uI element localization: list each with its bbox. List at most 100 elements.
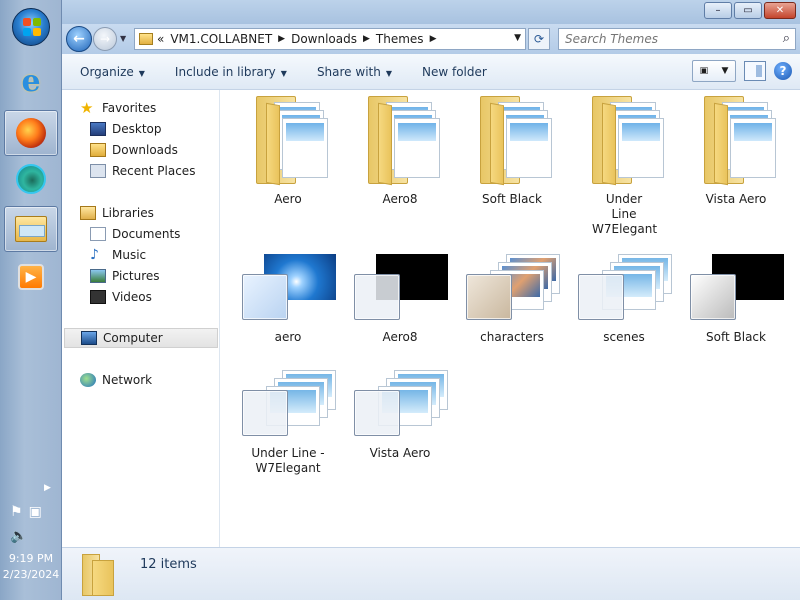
- nav-downloads[interactable]: Downloads: [62, 140, 220, 160]
- include-in-library-button[interactable]: Include in library ▼: [175, 65, 287, 79]
- forward-button[interactable]: →: [93, 27, 117, 51]
- folder-icon: [588, 94, 664, 186]
- taskbar-edge[interactable]: [4, 156, 58, 202]
- folder-icon: [82, 554, 114, 596]
- breadcrumb-themes[interactable]: Themes: [376, 32, 424, 46]
- theme-item-under-line-w7elegant[interactable]: Under Line - W7Elegant: [238, 370, 338, 476]
- theme-item-characters[interactable]: characters: [462, 254, 562, 345]
- nav-favorites[interactable]: ★ Favorites: [62, 98, 220, 118]
- chevron-down-icon: ▼: [280, 68, 287, 78]
- windows-logo-icon: [12, 8, 50, 46]
- nav-videos[interactable]: Videos: [62, 287, 220, 307]
- breadcrumb-vm1-collabnet[interactable]: VM1.COLLABNET: [170, 32, 272, 46]
- nav-music[interactable]: ♪ Music: [62, 245, 220, 265]
- taskbar-internet-explorer[interactable]: e: [4, 58, 58, 104]
- search-box[interactable]: ⌕: [558, 28, 796, 50]
- action-center-flag-icon[interactable]: ⚑: [10, 504, 29, 520]
- minimize-button[interactable]: –: [704, 2, 732, 19]
- network-tray-icon[interactable]: ▣: [29, 504, 48, 520]
- taskbar-media-player[interactable]: ▶: [4, 254, 58, 300]
- caption-buttons: – ▭ ✕: [704, 2, 796, 19]
- breadcrumb-separator-icon[interactable]: ▶: [430, 34, 437, 44]
- breadcrumb-overflow[interactable]: «: [157, 32, 164, 46]
- arrow-right-icon: →: [99, 32, 111, 46]
- search-input[interactable]: [565, 32, 765, 46]
- theme-item-vista-aero[interactable]: Vista Aero: [350, 370, 450, 461]
- folder-item-soft-black[interactable]: Soft Black: [462, 94, 562, 207]
- folder-item-vista-aero[interactable]: Vista Aero: [686, 94, 786, 207]
- navigation-pane: ★ Favorites Desktop Downloads Recent Plac…: [62, 90, 220, 547]
- theme-item-soft-black[interactable]: Soft Black: [686, 254, 786, 345]
- taskbar-firefox[interactable]: [4, 110, 58, 156]
- back-button[interactable]: ←: [66, 26, 92, 52]
- clock-date[interactable]: 2/23/2024: [0, 568, 62, 581]
- theme-thumbnail: [240, 370, 336, 442]
- theme-thumbnail: [352, 370, 448, 442]
- share-with-button[interactable]: Share with ▼: [317, 65, 392, 79]
- nav-network[interactable]: Network: [62, 370, 220, 390]
- nav-recent-places-label: Recent Places: [112, 164, 196, 178]
- item-label: Soft Black: [706, 330, 766, 344]
- breadcrumb-separator-icon[interactable]: ▶: [363, 34, 370, 44]
- clock-time[interactable]: 9:19 PM: [0, 552, 62, 565]
- address-bar[interactable]: « VM1.COLLABNET ▶ Downloads ▶ Themes ▶ ▼: [134, 28, 526, 50]
- maximize-button[interactable]: ▭: [734, 2, 762, 19]
- folder-item-aero8[interactable]: Aero8: [350, 94, 450, 207]
- folder-item-under-line-w7elegant[interactable]: Under Line W7Elegant: [574, 94, 674, 237]
- refresh-button[interactable]: ⟳: [528, 28, 550, 50]
- nav-downloads-label: Downloads: [112, 143, 178, 157]
- nav-documents[interactable]: Documents: [62, 224, 220, 244]
- organize-button[interactable]: Organize ▼: [80, 65, 145, 79]
- theme-item-scenes[interactable]: scenes: [574, 254, 674, 345]
- windows-explorer-icon: [15, 216, 47, 242]
- nav-libraries[interactable]: Libraries: [62, 203, 220, 223]
- pictures-icon: [90, 269, 106, 283]
- media-player-icon: ▶: [18, 264, 44, 290]
- theme-thumbnail: [576, 254, 672, 326]
- recent-pages-dropdown[interactable]: ▼: [120, 34, 126, 43]
- change-view-button[interactable]: ▣ ▼: [692, 60, 736, 82]
- nav-desktop-label: Desktop: [112, 122, 162, 136]
- item-label: Vista Aero: [369, 446, 431, 460]
- computer-icon: [81, 331, 97, 345]
- breadcrumb-downloads[interactable]: Downloads: [291, 32, 357, 46]
- new-folder-button[interactable]: New folder: [422, 65, 487, 79]
- explorer-window: – ▭ ✕ ← → ▼ « VM1.COLLABNET ▶ Downloads …: [62, 0, 800, 600]
- preview-pane-button[interactable]: [744, 61, 766, 81]
- theme-thumbnail: [464, 254, 560, 326]
- volume-muted-icon[interactable]: 🔈: [10, 528, 27, 544]
- nav-recent-places[interactable]: Recent Places: [62, 161, 220, 181]
- folder-icon: [700, 94, 776, 186]
- toolbar-right: ▣ ▼ ?: [692, 60, 792, 82]
- close-button[interactable]: ✕: [764, 2, 796, 19]
- breadcrumb-separator-icon[interactable]: ▶: [278, 34, 285, 44]
- folder-item-aero[interactable]: Aero: [238, 94, 338, 207]
- details-pane: 12 items: [62, 547, 800, 600]
- item-label: Under Line - W7Elegant: [251, 446, 325, 475]
- search-icon[interactable]: ⌕: [783, 31, 790, 46]
- folder-icon: [252, 94, 328, 186]
- item-label: characters: [480, 330, 544, 344]
- address-dropdown-icon[interactable]: ▼: [514, 33, 521, 43]
- taskbar: e ▶ ▶ ⚑▣ 🔈 9:19 PM 2/23/2024: [0, 0, 62, 600]
- recent-places-icon: [90, 164, 106, 178]
- refresh-icon: ⟳: [533, 32, 545, 46]
- title-bar[interactable]: – ▭ ✕: [62, 0, 800, 24]
- theme-item-aero8[interactable]: Aero8: [350, 254, 450, 345]
- desktop-icon: [90, 122, 106, 136]
- nav-videos-label: Videos: [112, 290, 152, 304]
- nav-pictures[interactable]: Pictures: [62, 266, 220, 286]
- help-button[interactable]: ?: [774, 62, 792, 80]
- downloads-folder-icon: [90, 143, 106, 157]
- taskbar-windows-explorer[interactable]: [4, 206, 58, 252]
- chevron-down-icon[interactable]: ▼: [721, 66, 728, 76]
- start-button[interactable]: [4, 4, 58, 50]
- show-hidden-icons-arrow[interactable]: ▶: [44, 483, 51, 493]
- theme-item-aero[interactable]: aero: [238, 254, 338, 345]
- videos-icon: [90, 290, 106, 304]
- nav-desktop[interactable]: Desktop: [62, 119, 220, 139]
- nav-documents-label: Documents: [112, 227, 181, 241]
- network-icon: [80, 373, 96, 387]
- nav-computer[interactable]: Computer: [64, 328, 218, 348]
- theme-thumbnail: [240, 254, 336, 326]
